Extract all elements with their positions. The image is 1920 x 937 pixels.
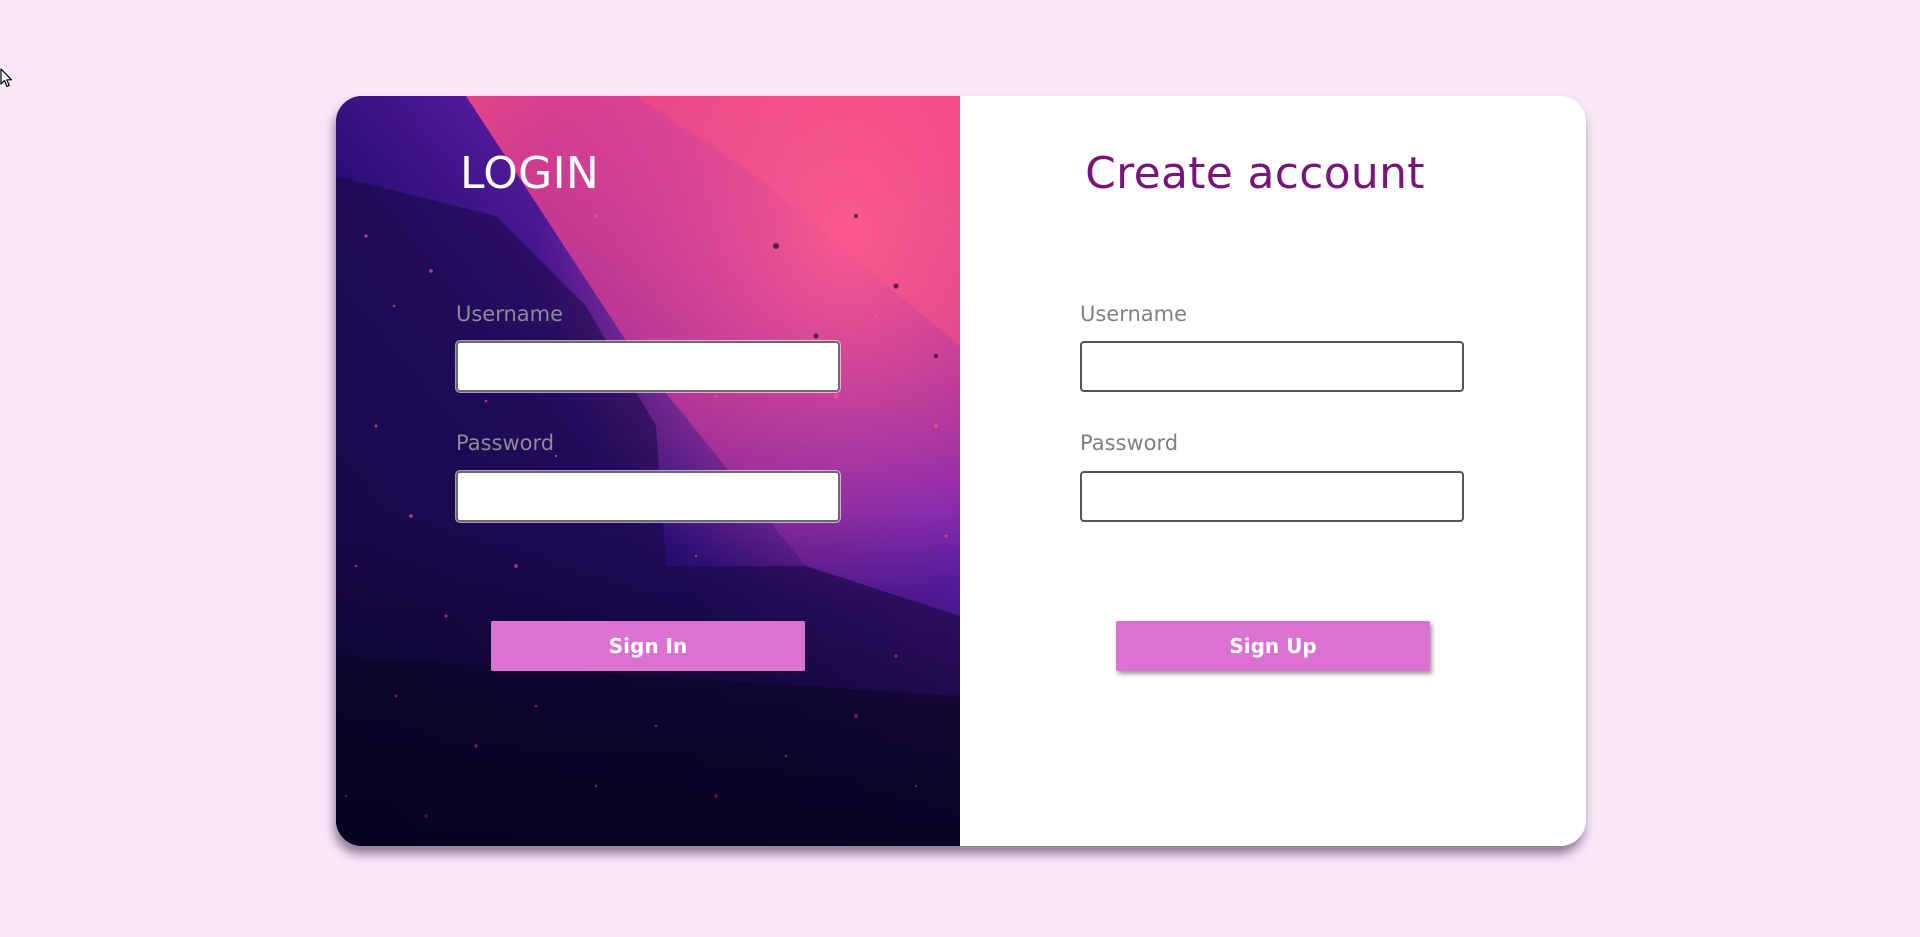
login-username-label: Username: [456, 302, 564, 326]
signup-password-input[interactable]: [1080, 471, 1464, 522]
login-password-input[interactable]: [456, 471, 840, 522]
signup-panel: Create account Username Password Sign Up: [960, 96, 1586, 846]
signup-title: Create account: [1085, 148, 1425, 199]
login-password-label: Password: [456, 431, 555, 455]
signup-username-input[interactable]: [1080, 341, 1464, 392]
sign-up-button[interactable]: Sign Up: [1116, 621, 1430, 671]
auth-card: LOGIN Username Password Sign In Create a…: [336, 96, 1586, 846]
login-title: LOGIN: [460, 148, 600, 199]
signup-username-label: Username: [1080, 302, 1188, 326]
signup-password-label: Password: [1080, 431, 1179, 455]
login-username-input[interactable]: [456, 341, 840, 392]
sign-in-button[interactable]: Sign In: [491, 621, 805, 671]
mouse-pointer-icon: [0, 68, 13, 88]
login-panel: LOGIN Username Password Sign In: [336, 96, 960, 846]
